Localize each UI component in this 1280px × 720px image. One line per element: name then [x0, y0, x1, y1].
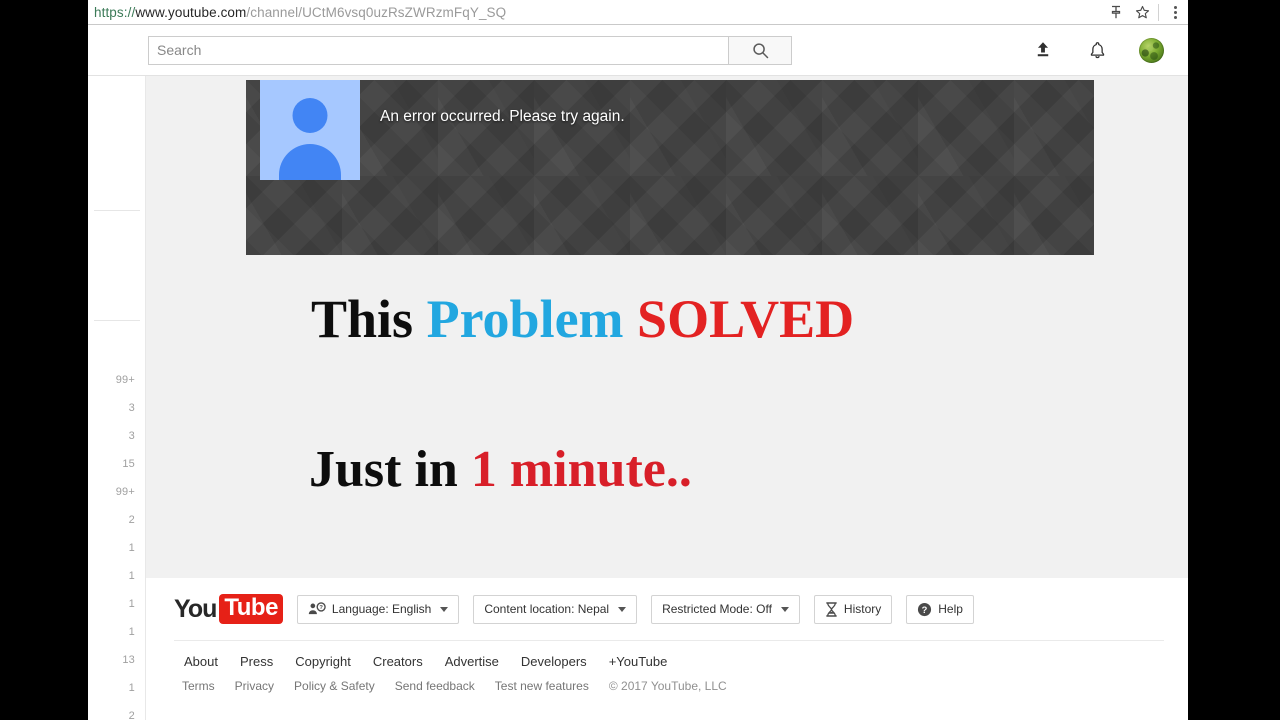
youtube-footer: You Tube ? Language: English Content loc… — [146, 578, 1188, 720]
url-bar-icons — [1103, 0, 1188, 24]
browser-url-bar[interactable]: https://www.youtube.com/channel/UCtM6vsq… — [88, 0, 1188, 25]
avatar-head-shape — [292, 98, 328, 133]
sidebar-count[interactable]: 1 — [129, 570, 135, 582]
copyright-text: © 2017 YouTube, LLC — [608, 679, 727, 693]
chevron-down-icon — [440, 606, 449, 612]
footer-link-press[interactable]: Press — [240, 654, 273, 669]
footer-link-plus-youtube[interactable]: +YouTube — [609, 654, 668, 669]
overlay-word-1-minute: 1 minute.. — [470, 441, 692, 498]
sidebar-count[interactable]: 13 — [122, 654, 135, 666]
toolbar-divider — [1158, 3, 1159, 21]
avatar[interactable] — [1139, 37, 1164, 63]
sidebar-divider-2 — [94, 320, 140, 321]
url-text[interactable]: https://www.youtube.com/channel/UCtM6vsq… — [94, 5, 506, 20]
sidebar-count[interactable]: 15 — [122, 458, 135, 470]
bell-icon[interactable] — [1085, 38, 1109, 62]
sidebar-count[interactable]: 99+ — [116, 486, 135, 498]
overlay-word-solved: SOLVED — [637, 289, 855, 349]
error-message: An error occurred. Please try again. — [380, 108, 625, 125]
sidebar-count[interactable]: 1 — [129, 598, 135, 610]
url-path: /channel/UCtM6vsq0uzRsZWRzmFqY_SQ — [246, 4, 507, 20]
footer-link-about[interactable]: About — [184, 654, 218, 669]
avatar-body-shape — [279, 144, 341, 180]
footer-controls: You Tube ? Language: English Content loc… — [174, 594, 1164, 624]
footer-link-developers[interactable]: Developers — [521, 654, 587, 669]
search-icon — [752, 42, 768, 58]
chevron-down-icon — [780, 606, 789, 612]
masthead-right-icons — [1031, 37, 1164, 63]
star-icon[interactable] — [1129, 0, 1155, 25]
language-button-label: Language: English — [331, 602, 432, 616]
restricted-mode-label: Restricted Mode: Off — [662, 602, 772, 616]
overlay-word-just-in: Just in — [309, 441, 458, 498]
language-button[interactable]: ? Language: English — [296, 594, 460, 624]
footer-link-send-feedback[interactable]: Send feedback — [395, 679, 475, 693]
history-button[interactable]: History — [813, 594, 893, 624]
chevron-down-icon — [618, 606, 627, 612]
search-input[interactable] — [148, 35, 728, 65]
person-help-icon: ? — [308, 602, 326, 615]
svg-text:?: ? — [319, 605, 323, 611]
footer-primary-links: About Press Copyright Creators Advertise… — [184, 654, 667, 669]
hourglass-icon — [826, 601, 837, 617]
footer-link-advertise[interactable]: Advertise — [445, 654, 499, 669]
channel-content-area: An error occurred. Please try again. Thi… — [146, 76, 1188, 578]
sidebar-rail: 99+ 3 3 15 99+ 2 1 1 1 1 13 1 2 — [88, 76, 146, 720]
logo-text-tube: Tube — [219, 594, 283, 624]
sidebar-divider-1 — [94, 210, 140, 211]
channel-banner: An error occurred. Please try again. — [246, 80, 1094, 255]
sidebar-count[interactable]: 1 — [129, 542, 135, 554]
restricted-mode-button[interactable]: Restricted Mode: Off — [651, 594, 800, 624]
footer-link-privacy[interactable]: Privacy — [235, 679, 274, 693]
history-button-label: History — [843, 602, 882, 616]
pin-icon[interactable] — [1103, 0, 1129, 25]
footer-divider — [174, 640, 1164, 641]
logo-text-you: You — [174, 594, 217, 623]
sidebar-count[interactable]: 3 — [129, 430, 135, 442]
footer-link-test-new-features[interactable]: Test new features — [495, 679, 589, 693]
default-channel-avatar-icon — [260, 80, 360, 180]
help-button[interactable]: ? Help — [906, 594, 974, 624]
footer-link-terms[interactable]: Terms — [182, 679, 215, 693]
footer-secondary-links: Terms Privacy Policy & Safety Send feedb… — [182, 679, 727, 693]
sidebar-count[interactable]: 99+ — [116, 374, 135, 386]
overlay-heading-line-1: This Problem SOLVED — [311, 292, 854, 346]
sidebar-count[interactable]: 2 — [129, 710, 135, 720]
help-button-label: Help — [938, 602, 963, 616]
footer-link-copyright[interactable]: Copyright — [295, 654, 351, 669]
sidebar-count[interactable]: 3 — [129, 402, 135, 414]
sidebar-count[interactable]: 2 — [129, 514, 135, 526]
overlay-word-this: This — [311, 289, 414, 349]
help-icon: ? — [918, 602, 932, 616]
content-location-button[interactable]: Content location: Nepal — [473, 594, 638, 624]
footer-link-creators[interactable]: Creators — [373, 654, 423, 669]
footer-link-policy-safety[interactable]: Policy & Safety — [294, 679, 375, 693]
overlay-word-problem: Problem — [426, 289, 624, 349]
search-button[interactable] — [728, 35, 792, 65]
search-area — [148, 35, 792, 65]
sidebar-count[interactable]: 1 — [129, 682, 135, 694]
sidebar-count[interactable]: 1 — [129, 626, 135, 638]
youtube-logo[interactable]: You Tube — [174, 594, 283, 624]
svg-text:?: ? — [922, 604, 928, 614]
youtube-masthead — [88, 25, 1188, 76]
upload-icon[interactable] — [1031, 38, 1055, 62]
screen-root: https://www.youtube.com/channel/UCtM6vsq… — [0, 0, 1280, 720]
three-dot-menu-icon[interactable] — [1162, 0, 1188, 25]
overlay-heading-line-2: Just in 1 minute.. — [309, 444, 692, 496]
content-location-label: Content location: Nepal — [484, 602, 610, 616]
